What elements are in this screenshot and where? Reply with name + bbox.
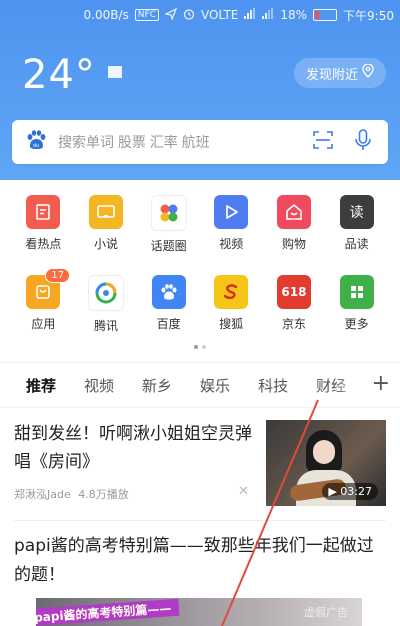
shortcut-label: 看热点: [25, 237, 62, 251]
feed-divider: [14, 520, 386, 521]
header-background: 0.00B/s NFC VOLTE 18% 下午9:50 24° 发现附近 du…: [0, 0, 400, 180]
category-tabs: 推荐 视频 新乡 娱乐 科技 财经 +: [0, 362, 400, 408]
alarm-icon: [183, 8, 195, 23]
feed-item-source: 郑湫泓Jade: [14, 488, 71, 501]
shortcut-sohu[interactable]: 搜狐: [205, 275, 257, 355]
feed-item-title[interactable]: 甜到发丝！听啊湫小姐姐空灵弹唱《房间》: [14, 420, 254, 476]
shortcut-jd[interactable]: 618 京东: [268, 275, 320, 355]
page-dot-active: [194, 345, 198, 349]
video-preview[interactable]: papi酱的高考特别篇—— 虚假广告: [36, 598, 362, 626]
shortcut-more[interactable]: 更多: [331, 275, 383, 355]
preview-banner: papi酱的高考特别篇——: [36, 598, 180, 626]
feed-item-title[interactable]: papi酱的高考特别篇——致那些年我们一起做过的题！: [14, 532, 386, 590]
thumbnail-face: [313, 440, 335, 464]
page-indicator: [0, 345, 400, 349]
video-play-icon: [214, 195, 249, 229]
search-input[interactable]: [56, 133, 312, 151]
svg-text:du: du: [33, 143, 39, 149]
jd-618-icon: 618: [276, 275, 311, 309]
shortcut-label: 视频: [219, 237, 244, 251]
add-tab-button[interactable]: +: [365, 371, 390, 396]
search-bar[interactable]: du: [12, 120, 388, 164]
status-bar: 0.00B/s NFC VOLTE 18% 下午9:50: [0, 4, 400, 26]
signal-icon-2: [262, 8, 274, 22]
tab-entertainment[interactable]: 娱乐: [200, 375, 230, 396]
shortcut-label: 品读: [344, 237, 369, 251]
tab-tech[interactable]: 科技: [258, 375, 288, 396]
shortcut-row: 看热点 小说 话题圈 视频 购物 读 品读: [0, 195, 400, 275]
more-grid-icon: [339, 275, 374, 309]
reading-icon: 读: [339, 195, 374, 229]
notification-badge: 17: [45, 268, 71, 283]
feed-item-meta: 郑湫泓Jade 4.8万播放: [14, 486, 129, 502]
shortcut-hot-news[interactable]: 看热点: [17, 195, 69, 275]
shortcut-label: 购物: [281, 237, 306, 251]
shortcut-novel[interactable]: 小说: [80, 195, 132, 275]
battery-icon: [313, 9, 338, 21]
weather-condition-blurred: [108, 66, 122, 78]
shortcut-label: 搜狐: [219, 317, 244, 331]
duration-label: 03:27: [340, 485, 372, 498]
microphone-icon[interactable]: [354, 128, 372, 156]
video-thumbnail[interactable]: ▶ 03:27: [266, 420, 386, 506]
topic-circle-icon: [150, 195, 187, 231]
page-dot: [202, 345, 206, 349]
volte-label: VOLTE: [200, 8, 239, 22]
shopping-icon: [276, 195, 311, 229]
tab-recommend[interactable]: 推荐: [26, 375, 56, 396]
tencent-icon: [87, 275, 124, 311]
preview-caption: 虚假广告: [304, 606, 348, 619]
shortcut-label: 腾讯: [93, 319, 118, 333]
play-icon: ▶: [328, 485, 337, 498]
tab-video[interactable]: 视频: [84, 375, 114, 396]
shortcut-label: 百度: [156, 317, 181, 331]
shortcut-shopping[interactable]: 购物: [268, 195, 320, 275]
video-duration: ▶ 03:27: [322, 483, 378, 500]
tab-fade: [334, 363, 364, 405]
shortcut-label: 更多: [344, 317, 369, 331]
shortcut-topic-circle[interactable]: 话题圈: [143, 195, 195, 275]
shortcut-grid: 看热点 小说 话题圈 视频 购物 读 品读 17 应用 腾讯 百度 搜狐 618…: [0, 195, 400, 355]
baidu-paw-icon: du: [24, 128, 48, 156]
sohu-icon: [214, 275, 249, 309]
signal-icon: [244, 8, 256, 22]
tab-xinxiang[interactable]: 新乡: [142, 375, 172, 396]
shortcut-label: 话题圈: [150, 239, 187, 253]
feed-item-plays: 4.8万播放: [78, 488, 129, 501]
novel-icon: [88, 195, 123, 229]
shortcut-row: 17 应用 腾讯 百度 搜狐 618 京东 更多: [0, 268, 400, 355]
shortcut-apps[interactable]: 17 应用: [17, 268, 71, 355]
scan-icon[interactable]: [312, 129, 334, 155]
temperature[interactable]: 24°: [22, 52, 96, 98]
discover-nearby-label: 发现附近: [305, 67, 358, 83]
hot-news-icon: [26, 195, 61, 229]
battery-percent: 18%: [280, 8, 308, 22]
shortcut-reading[interactable]: 读 品读: [331, 195, 383, 275]
clock: 下午9:50: [343, 8, 394, 23]
shortcut-video[interactable]: 视频: [205, 195, 257, 275]
send-icon: [164, 7, 178, 23]
feed-item[interactable]: 甜到发丝！听啊湫小姐姐空灵弹唱《房间》 郑湫泓Jade 4.8万播放 ✕ ▶ 0…: [14, 420, 386, 510]
shortcut-label: 小说: [93, 237, 118, 251]
dismiss-icon[interactable]: ✕: [238, 484, 249, 499]
network-speed: 0.00B/s: [83, 8, 129, 22]
shortcut-tencent[interactable]: 腾讯: [80, 275, 132, 355]
nfc-icon: NFC: [134, 9, 159, 21]
shortcut-label: 京东: [281, 317, 306, 331]
shortcut-baidu[interactable]: 百度: [143, 275, 195, 355]
discover-nearby-button[interactable]: 发现附近: [293, 58, 386, 88]
baidu-paw-icon: [151, 275, 186, 309]
location-pin-icon: [362, 63, 374, 82]
shortcut-label: 应用: [31, 317, 56, 331]
